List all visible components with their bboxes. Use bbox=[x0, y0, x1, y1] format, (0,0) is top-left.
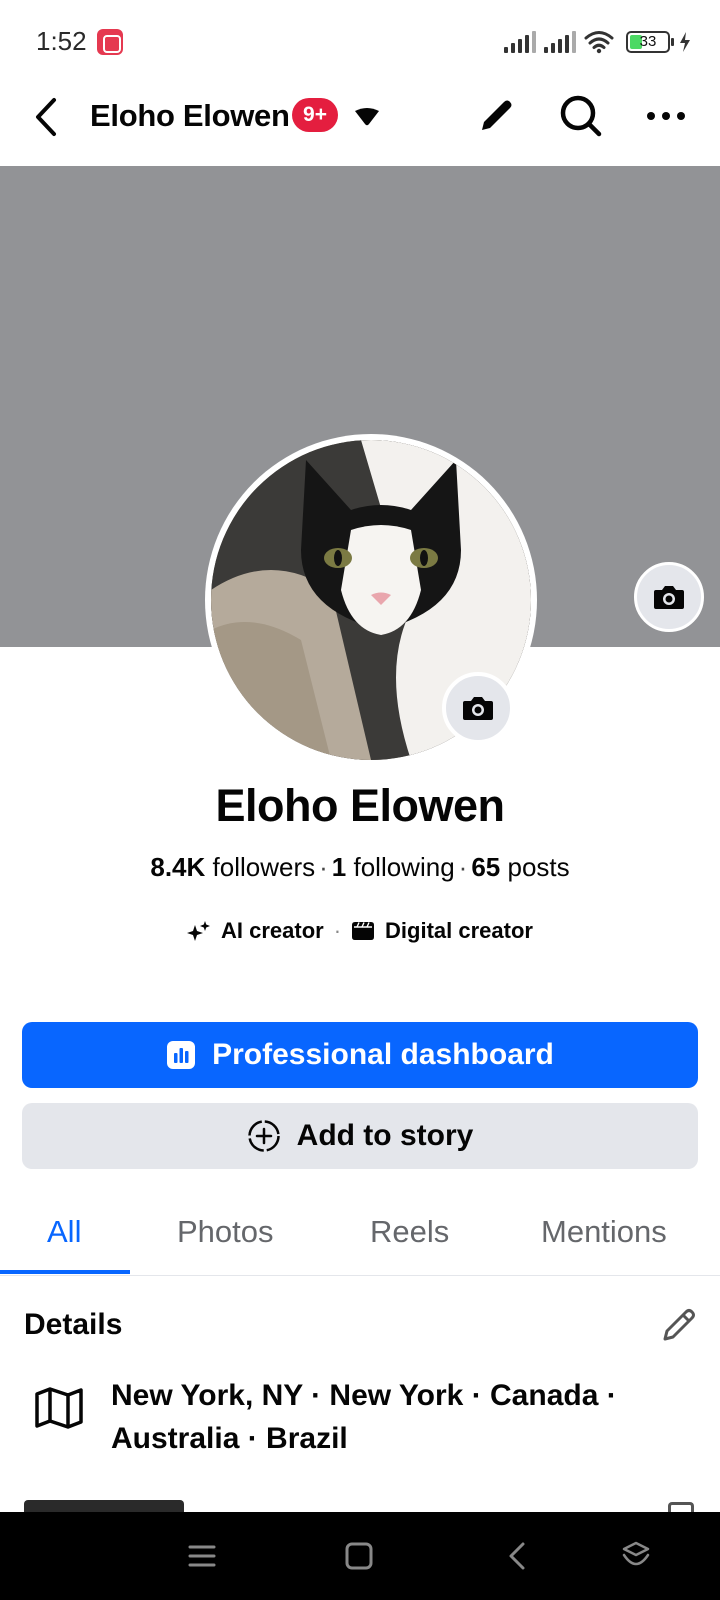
camera-icon bbox=[463, 697, 493, 720]
nav-back-button[interactable] bbox=[495, 1534, 539, 1578]
home-square-icon bbox=[345, 1542, 373, 1570]
edit-profile-button[interactable] bbox=[470, 90, 522, 142]
tag-label: AI creator bbox=[221, 918, 324, 943]
separator: · bbox=[458, 852, 468, 882]
followers-link[interactable]: 8.4K followers bbox=[150, 852, 315, 882]
system-nav-bar bbox=[0, 1512, 720, 1600]
tag-ai-creator[interactable]: AI creator bbox=[187, 918, 324, 944]
tab-reels[interactable]: Reels bbox=[370, 1214, 449, 1250]
location-line: New York, NY · New York · Canada · bbox=[111, 1379, 617, 1412]
tab-photos[interactable]: Photos bbox=[177, 1214, 274, 1250]
account-switcher-button[interactable] bbox=[350, 100, 384, 134]
signal-icon bbox=[504, 31, 536, 53]
profile-header: Eloho Elowen 9+ bbox=[0, 80, 720, 166]
signal-icon-2 bbox=[544, 31, 576, 53]
camera-icon bbox=[654, 586, 684, 609]
more-options-button[interactable] bbox=[640, 90, 692, 142]
back-chevron-icon bbox=[509, 1542, 525, 1570]
back-button[interactable] bbox=[24, 92, 68, 142]
add-story-icon bbox=[247, 1120, 280, 1152]
profile-tags: AI creator · Digital creator bbox=[0, 918, 720, 944]
sparkles-icon bbox=[187, 921, 210, 941]
details-heading: Details bbox=[24, 1308, 123, 1341]
tab-all[interactable]: All bbox=[47, 1214, 81, 1250]
edit-cover-button[interactable] bbox=[634, 562, 704, 632]
followers-count: 8.4K bbox=[150, 852, 206, 882]
clapperboard-icon bbox=[352, 922, 375, 940]
screen-recorder-icon bbox=[97, 29, 123, 55]
dashboard-chart-icon bbox=[167, 1041, 196, 1069]
tab-mentions[interactable]: Mentions bbox=[541, 1214, 667, 1250]
edit-avatar-button[interactable] bbox=[442, 672, 514, 744]
professional-dashboard-button[interactable]: Professional dashboard bbox=[22, 1022, 698, 1088]
profile-tabs: All Photos Reels Mentions bbox=[0, 1200, 720, 1276]
assistant-icon bbox=[622, 1541, 650, 1566]
map-icon bbox=[35, 1387, 83, 1429]
location-line: Australia · Brazil bbox=[111, 1422, 348, 1455]
charging-bolt-icon bbox=[680, 32, 690, 52]
status-time: 1:52 bbox=[36, 26, 87, 56]
edit-details-button[interactable] bbox=[654, 1300, 704, 1350]
search-icon bbox=[560, 95, 602, 137]
assistant-button[interactable] bbox=[614, 1534, 658, 1578]
tag-label: Digital creator bbox=[385, 918, 533, 943]
separator: · bbox=[319, 852, 328, 882]
tag-digital-creator[interactable]: Digital creator bbox=[351, 918, 533, 944]
posts-link[interactable]: 65 posts bbox=[471, 852, 569, 882]
add-to-story-label: Add to story bbox=[296, 1119, 474, 1152]
profile-stats: 8.4K followers · 1 following · 65 posts bbox=[0, 852, 720, 883]
caret-down-icon bbox=[355, 108, 379, 126]
battery-icon: 33 bbox=[626, 31, 674, 53]
status-icons: 33 bbox=[504, 28, 692, 56]
profile-name: Eloho Elowen bbox=[215, 780, 505, 831]
following-label: following bbox=[353, 852, 455, 882]
battery-level: 33 bbox=[639, 33, 657, 50]
following-count: 1 bbox=[331, 852, 347, 882]
separator: · bbox=[333, 918, 342, 943]
followers-label: followers bbox=[212, 852, 316, 882]
professional-dashboard-label: Professional dashboard bbox=[212, 1038, 554, 1071]
location-details: New York, NY · New York · Canada · Austr… bbox=[111, 1374, 691, 1460]
recents-button[interactable] bbox=[180, 1534, 224, 1578]
header-title[interactable]: Eloho Elowen bbox=[90, 98, 290, 134]
posts-label: posts bbox=[507, 852, 570, 882]
following-link[interactable]: 1 following bbox=[332, 852, 455, 882]
search-button[interactable] bbox=[555, 90, 607, 142]
pencil-icon bbox=[482, 100, 512, 130]
pencil-outline-icon bbox=[663, 1309, 695, 1341]
wifi-icon bbox=[584, 31, 614, 54]
status-bar: 1:52 33 bbox=[0, 0, 720, 80]
add-to-story-button[interactable]: Add to story bbox=[22, 1103, 698, 1169]
back-arrow-icon bbox=[36, 98, 56, 136]
more-dots-icon bbox=[647, 112, 685, 120]
next-details-row-peek bbox=[24, 1488, 704, 1512]
posts-count: 65 bbox=[471, 852, 501, 882]
home-button[interactable] bbox=[337, 1534, 381, 1578]
notification-badge: 9+ bbox=[292, 98, 338, 132]
active-tab-indicator bbox=[0, 1270, 130, 1274]
menu-lines-icon bbox=[188, 1545, 216, 1567]
